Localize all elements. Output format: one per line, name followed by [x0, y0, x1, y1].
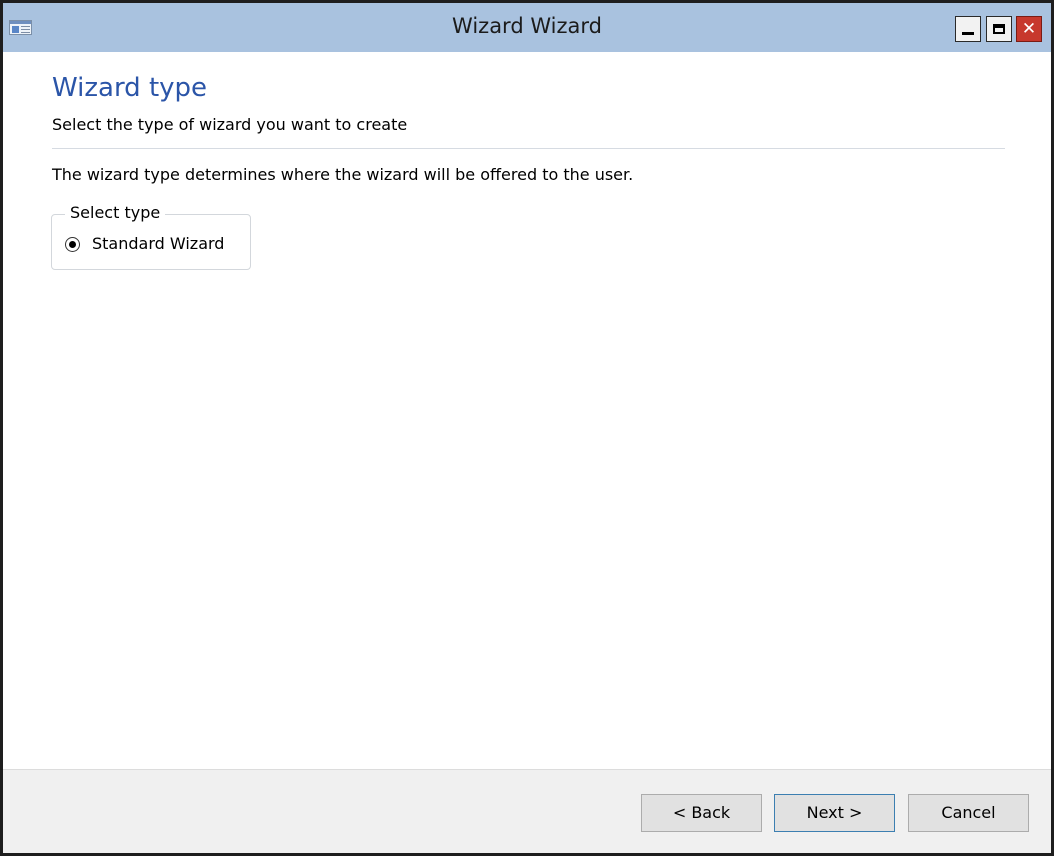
maximize-icon: [993, 24, 1005, 34]
wizard-window: Wizard Wizard ✕ Wizard type Select the t…: [0, 0, 1054, 856]
maximize-button[interactable]: [986, 16, 1012, 42]
button-footer: < Back Next > Cancel: [3, 769, 1051, 853]
page-subtitle: Select the type of wizard you want to cr…: [52, 115, 408, 134]
page-title: Wizard type: [52, 73, 208, 103]
minimize-button[interactable]: [955, 16, 981, 42]
next-button[interactable]: Next >: [774, 794, 895, 832]
close-button[interactable]: ✕: [1016, 16, 1042, 42]
header-divider: [52, 148, 1005, 149]
minimize-icon: [962, 32, 974, 35]
title-bar[interactable]: Wizard Wizard ✕: [3, 3, 1051, 52]
select-type-legend: Select type: [65, 203, 166, 222]
back-button[interactable]: < Back: [641, 794, 762, 832]
select-type-group: Select type Standard Wizard: [51, 203, 251, 270]
page-description: The wizard type determines where the wiz…: [52, 165, 634, 184]
window-title: Wizard Wizard: [452, 14, 602, 38]
radio-label-standard-wizard[interactable]: Standard Wizard: [92, 234, 224, 253]
cancel-button[interactable]: Cancel: [908, 794, 1029, 832]
radio-selected-icon[interactable]: [65, 237, 80, 252]
close-icon: ✕: [1021, 19, 1037, 39]
